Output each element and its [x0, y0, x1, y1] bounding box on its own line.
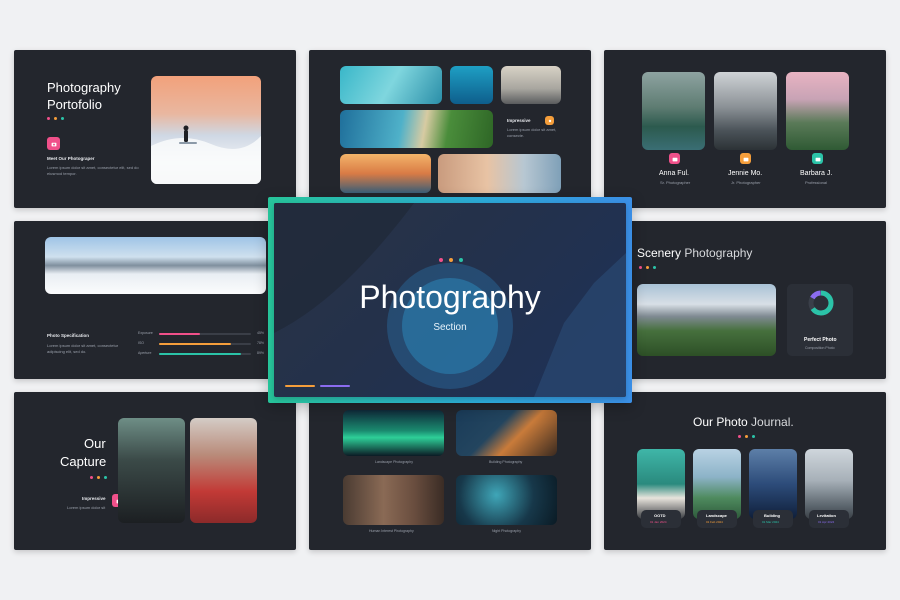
member-role: Jr. Photographer — [731, 180, 761, 185]
center-subtitle: Section — [433, 322, 467, 333]
iso-bar — [159, 343, 251, 345]
camera-icon — [740, 153, 751, 164]
color-dots — [639, 266, 656, 269]
slide-photography-portfolio[interactable]: Photography Portofolio Meet Our Photogra… — [14, 50, 296, 208]
portrait-photo-2 — [190, 418, 257, 523]
journal-item-date: 01 Feb 2024 — [706, 520, 723, 524]
category-caption: Building Photography — [489, 460, 523, 464]
slide-title: Scenery Photography — [637, 246, 752, 260]
journal-item-date: 01 Jan 2024 — [650, 520, 667, 524]
color-dots — [738, 435, 755, 438]
member-role: Professional — [805, 180, 828, 185]
journal-item-name: OOTD — [654, 513, 666, 518]
aurora-photo — [343, 410, 444, 456]
diver-photo — [450, 66, 493, 104]
member-name: Jennie Mo. — [728, 170, 763, 177]
slide-our-capture[interactable]: Our Capture Impressive Lorem ipsum dolor… — [14, 392, 296, 550]
surfer-sunset-photo — [501, 66, 561, 104]
portrait-photo-1 — [118, 418, 185, 523]
slide-title-line2: Journal. — [747, 415, 794, 429]
accent-line-purple — [320, 385, 350, 387]
slide-title: Our Photo Journal. — [693, 415, 794, 429]
slide-team-members[interactable]: Anna Ful. Sr. Photographer Jennie Mo. Jr… — [604, 50, 886, 208]
camera-icon — [812, 153, 823, 164]
category-caption: Human Interest Photography — [369, 529, 414, 533]
coast-photo — [340, 110, 493, 148]
card-title: Perfect Photo — [804, 337, 837, 343]
bar-percent: 89% — [257, 351, 265, 355]
member-role: Sr. Photographer — [660, 180, 691, 185]
slide-scenery-photography[interactable]: Scenery Photography Perfect Photo Compos… — [604, 221, 886, 379]
slide-photography-section[interactable]: Photography Section — [274, 203, 626, 397]
exposure-bar-fill — [159, 333, 201, 335]
section-label: Impressive — [507, 118, 531, 123]
mountain-lake-photo — [642, 72, 705, 150]
human-interest-photo — [343, 475, 444, 525]
member-name: Anna Ful. — [659, 170, 689, 177]
bar-label: Exposure — [138, 331, 153, 335]
slide-title-line2: Portofolio — [47, 97, 102, 112]
camera-icon — [47, 137, 60, 150]
friends-beach-photo — [438, 154, 561, 193]
sunset-beach-photo — [340, 154, 431, 193]
center-title: Photography — [359, 279, 541, 315]
mountain-valley-photo — [637, 284, 776, 356]
bar-label: ISO — [138, 341, 145, 345]
night-photo — [456, 475, 557, 525]
member-name: Barbara J. — [800, 170, 833, 177]
building-photo — [749, 449, 797, 519]
landscape-photo — [693, 449, 741, 519]
aperture-bar — [159, 353, 251, 355]
description-line2: eiusmod tempor. — [47, 171, 77, 176]
camera-icon — [669, 153, 680, 164]
section-label: Impressive — [82, 496, 106, 501]
iso-bar-fill — [159, 343, 231, 345]
donut-chart — [808, 290, 834, 316]
color-dots — [47, 117, 64, 120]
slide-title-line2: Capture — [60, 454, 107, 469]
journal-item-name: Levitation — [817, 513, 836, 518]
slide-title-line1: Our — [84, 436, 106, 451]
description-line1: Lorem ipsum dolor sit amet, consectetur … — [47, 165, 139, 170]
bar-label: Aperture — [138, 351, 152, 355]
aperture-bar-fill — [159, 353, 241, 355]
category-caption: Night Photography — [492, 529, 521, 533]
color-dots — [439, 258, 463, 262]
ocean-surf-photo — [340, 66, 442, 104]
slide-photo-journal[interactable]: Our Photo Journal. OOTD 01 Jan 2024 Land… — [604, 392, 886, 550]
levitation-photo — [805, 449, 853, 519]
bar-percent: 78% — [257, 341, 265, 345]
description-line1: Lorem ipsum dolor sit — [67, 505, 106, 510]
accent-line-orange — [285, 385, 315, 387]
slide-photo-specification[interactable]: Photo Specification Lorem ipsum dolor si… — [14, 221, 296, 379]
description-line1: Lorem ipsum dolor sit amet, consectetur — [47, 343, 119, 348]
card-subtitle: Composition Photo — [805, 346, 835, 350]
journal-item-name: Landscape — [706, 513, 727, 518]
bar-percent: 45% — [257, 331, 265, 335]
slide-photo-categories[interactable]: Landscape Photography Building Photograp… — [309, 392, 591, 550]
slide-title-line1: Scenery — [637, 246, 682, 260]
journal-item-date: 01 Mar 2024 — [762, 520, 779, 524]
description-line1: Lorem ipsum dolor sit amet, — [507, 127, 557, 132]
slide-title-line1: Photography — [47, 80, 121, 95]
snowy-mountain-photo — [45, 237, 266, 294]
building-photo — [456, 410, 557, 456]
color-dots — [90, 476, 107, 479]
description-line2: adipiscing elit, sed do. — [47, 349, 87, 354]
ootd-photo — [637, 449, 685, 519]
slide-title-line2: Photography — [681, 246, 753, 260]
slide-title-line1: Our Photo — [693, 415, 748, 429]
star-icon — [545, 116, 554, 125]
journal-item-name: Building — [764, 513, 780, 518]
slide-photo-gallery[interactable]: Impressive Lorem ipsum dolor sit amet, c… — [309, 50, 591, 208]
section-label: Meet Our Photograper — [47, 156, 95, 161]
exposure-bar — [159, 333, 251, 335]
description-line2: consecte. — [507, 133, 525, 138]
section-label: Photo Specification — [47, 333, 90, 338]
misty-mountain-photo — [714, 72, 777, 150]
surfer-photo — [151, 76, 261, 184]
pink-sky-mountain-photo — [786, 72, 849, 150]
journal-item-date: 01 Apr 2024 — [818, 520, 835, 524]
category-caption: Landscape Photography — [375, 460, 413, 464]
